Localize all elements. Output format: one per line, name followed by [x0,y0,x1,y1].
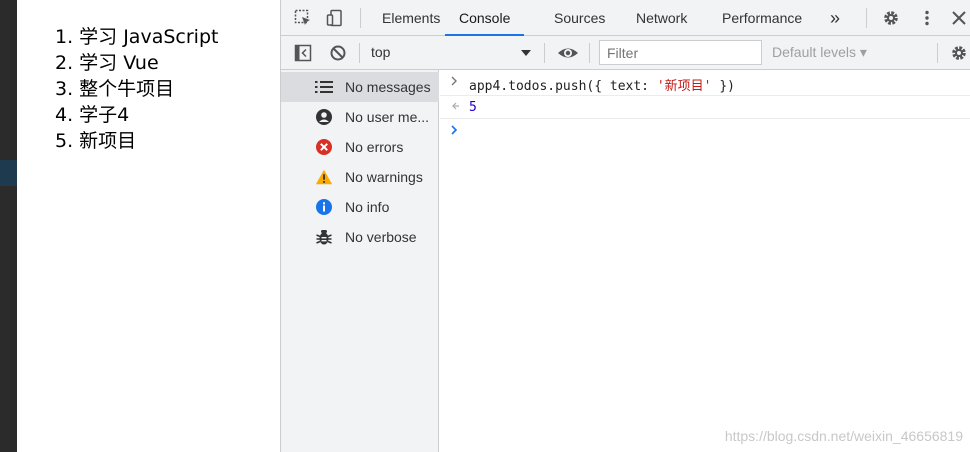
sidebar-item-label: No verbose [345,229,417,245]
console-sidebar: No messages No user me... No errors No w… [281,70,439,452]
context-selector[interactable]: top [371,44,390,60]
left-edge-strip [0,0,17,452]
sidebar-item-errors[interactable]: No errors [281,132,439,162]
more-tabs-button[interactable]: » [830,0,840,36]
tab-network[interactable]: Network [636,0,687,36]
console-settings-gear-icon[interactable] [949,43,969,63]
todo-item: 3. 整个牛项目 [55,78,175,100]
tab-performance[interactable]: Performance [722,0,802,36]
log-levels-dropdown[interactable]: Default levels ▾ [772,44,867,61]
todo-item: 1. 学习 JavaScript [55,26,219,48]
watermark: https://blog.csdn.net/weixin_46656819 [724,428,963,444]
left-edge-accent [0,160,17,186]
close-icon[interactable] [949,8,969,28]
tab-console[interactable]: Console [445,0,525,36]
clear-console-icon[interactable] [328,43,348,63]
sidebar-item-user-messages[interactable]: No user me... [281,102,439,132]
error-icon [315,138,333,156]
inspect-element-icon[interactable] [293,8,313,28]
return-arrow-icon [450,100,460,114]
user-icon [315,108,333,126]
devtools-tabbar: Elements Console Sources Network Perform… [281,0,970,36]
chevron-right-icon [450,75,458,89]
sidebar-item-label: No warnings [345,169,423,185]
toolbar-separator [937,43,938,63]
toolbar-separator [359,43,360,63]
toolbar-separator [589,43,590,63]
console-prompt-line[interactable] [440,119,970,143]
sidebar-item-label: No info [345,199,390,215]
prompt-chevron-icon [450,124,458,138]
warning-icon [315,168,333,186]
devtools-panel: Elements Console Sources Network Perform… [280,0,970,452]
tabbar-separator [360,8,361,28]
sidebar-item-label: No messages [345,79,431,95]
sidebar-item-messages[interactable]: No messages [281,72,439,102]
show-sidebar-icon[interactable] [293,43,313,63]
sidebar-item-verbose[interactable]: No verbose [281,222,439,252]
todo-item: 2. 学习 Vue [55,52,159,74]
bug-icon [315,228,333,246]
console-result-value: 5 [469,100,477,115]
console-toolbar: top Default levels ▾ [281,36,970,70]
more-options-icon[interactable] [917,8,937,28]
tabbar-separator [866,8,867,28]
list-icon [315,78,333,96]
sidebar-item-warnings[interactable]: No warnings [281,162,439,192]
sidebar-item-label: No errors [345,139,404,155]
filter-input[interactable] [599,40,762,65]
toolbar-separator [544,43,545,63]
console-result-line: 5 [440,96,970,119]
tab-sources[interactable]: Sources [554,0,605,36]
todo-item: 5. 新项目 [55,130,137,152]
todo-item: 4. 学子4 [55,104,130,126]
chevron-down-icon[interactable] [521,45,531,63]
device-toolbar-icon[interactable] [325,8,345,28]
tab-elements[interactable]: Elements [382,0,440,36]
console-input-line: app4.todos.push({ text: '新项目' }) [440,70,970,96]
sidebar-item-label: No user me... [345,109,430,125]
console-input-code: app4.todos.push({ text: '新项目' }) [469,79,735,94]
eye-icon[interactable] [557,43,579,63]
sidebar-item-info[interactable]: No info [281,192,439,222]
gear-icon[interactable] [881,8,901,28]
todo-list: 1. 学习 JavaScript 2. 学习 Vue 3. 整个牛项目 4. 学… [55,24,218,154]
page-viewport: 1. 学习 JavaScript 2. 学习 Vue 3. 整个牛项目 4. 学… [17,0,280,452]
console-output[interactable]: app4.todos.push({ text: '新项目' }) 5 https… [440,70,970,452]
info-icon [315,198,333,216]
